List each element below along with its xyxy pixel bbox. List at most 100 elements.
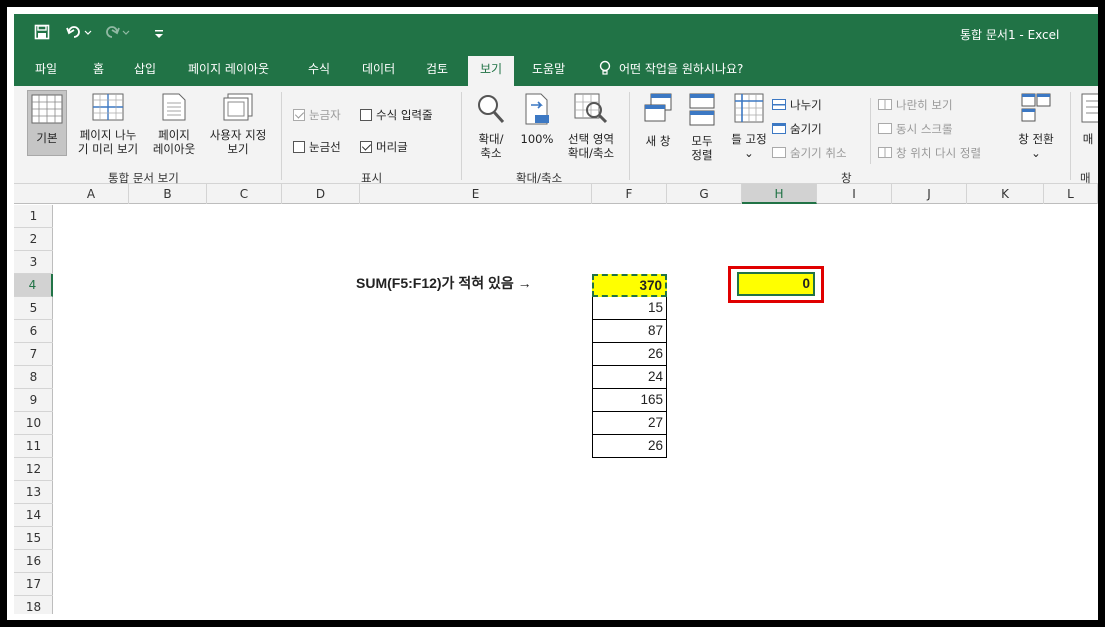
row-header-4[interactable]: 4: [14, 274, 53, 297]
row-header-13[interactable]: 13: [14, 481, 53, 504]
row-header-2[interactable]: 2: [14, 228, 53, 251]
unhide-button[interactable]: 숨기기 취소: [772, 145, 847, 161]
cell-f4[interactable]: 370: [592, 274, 667, 297]
normal-view-icon: [28, 94, 66, 127]
customize-qat-icon[interactable]: [154, 24, 164, 44]
cell-f7[interactable]: 26: [592, 343, 667, 366]
cell-f9[interactable]: 165: [592, 389, 667, 412]
headings-checkbox[interactable]: 머리글: [360, 139, 408, 155]
column-header-l[interactable]: L: [1044, 184, 1098, 204]
cell-f5[interactable]: 15: [592, 297, 667, 320]
column-header-b[interactable]: B: [129, 184, 207, 204]
column-header-e[interactable]: E: [360, 184, 592, 204]
cell-f10[interactable]: 27: [592, 412, 667, 435]
new-window-label: 새 창: [645, 134, 671, 148]
page-layout-icon: [149, 93, 199, 124]
column-header-j[interactable]: J: [892, 184, 967, 204]
cell-f11[interactable]: 26: [592, 435, 667, 458]
page-layout-label-2: 레이아웃: [152, 142, 196, 156]
row-header-10[interactable]: 10: [14, 412, 53, 435]
tab-insert[interactable]: 삽입: [134, 60, 156, 77]
freeze-panes-button[interactable]: 틀 고정 ⌄: [724, 93, 774, 160]
page-break-preview-icon: [73, 93, 143, 124]
page-layout-view-button[interactable]: 페이지 레이아웃: [149, 93, 199, 156]
sync-scroll-button[interactable]: 동시 스크롤: [878, 121, 953, 137]
column-header-h[interactable]: H: [742, 184, 817, 204]
tab-page-layout[interactable]: 페이지 레이아웃: [188, 60, 269, 77]
new-window-icon: [638, 93, 678, 130]
macros-button[interactable]: 매: [1078, 93, 1098, 146]
tab-file[interactable]: 파일: [35, 60, 57, 77]
column-headers: ABCDEFGHIJKL: [14, 184, 1098, 204]
switch-windows-button[interactable]: 창 전환 ⌄: [1012, 93, 1060, 160]
row-header-18[interactable]: 18: [14, 596, 53, 614]
row-headers: 1 2 3 4 5 6 7 8 9 10 11 12 13 14 15 16 17 18: [14, 205, 53, 614]
row-header-9[interactable]: 9: [14, 389, 53, 412]
new-window-button[interactable]: 새 창: [638, 93, 678, 148]
reset-window-position-button[interactable]: 창 위치 다시 정렬: [878, 145, 981, 161]
row-header-7[interactable]: 7: [14, 343, 53, 366]
tell-me-box[interactable]: 어떤 작업을 원하시나요?: [599, 60, 743, 79]
column-header-d[interactable]: D: [282, 184, 360, 204]
row-header-5[interactable]: 5: [14, 297, 53, 320]
ruler-check-icon: [293, 109, 305, 121]
row-header-3[interactable]: 3: [14, 251, 53, 274]
row-header-16[interactable]: 16: [14, 550, 53, 573]
arrange-all-button[interactable]: 모두 정렬: [684, 93, 720, 162]
custom-views-button[interactable]: 사용자 지정 보기: [202, 93, 274, 156]
row-header-1[interactable]: 1: [14, 205, 53, 228]
row-header-11[interactable]: 11: [14, 435, 53, 458]
zoom-button[interactable]: 확대/ 축소: [469, 93, 513, 160]
group-divider: [461, 92, 462, 180]
split-button[interactable]: 나누기: [772, 97, 822, 113]
hide-button[interactable]: 숨기기: [772, 121, 822, 137]
column-header-a[interactable]: A: [54, 184, 129, 204]
zoom-100-label: 100%: [520, 132, 554, 146]
reset-position-icon: [878, 147, 892, 158]
magnifier-icon: [469, 93, 513, 128]
row-header-14[interactable]: 14: [14, 504, 53, 527]
normal-view-button[interactable]: 기본: [27, 90, 67, 156]
zoom-selection-icon: [560, 93, 622, 128]
gridlines-check-icon: [293, 141, 305, 153]
tab-help[interactable]: 도움말: [532, 60, 565, 77]
group-divider: [629, 92, 630, 180]
column-header-i[interactable]: I: [817, 184, 892, 204]
column-header-g[interactable]: G: [667, 184, 742, 204]
arrange-label-1: 모두: [691, 134, 713, 148]
row-header-15[interactable]: 15: [14, 527, 53, 550]
formula-bar-check-icon: [360, 109, 372, 121]
arrange-label-2: 정렬: [691, 148, 713, 162]
formula-bar-checkbox[interactable]: 수식 입력줄: [360, 107, 433, 123]
save-icon[interactable]: [34, 24, 50, 44]
ruler-checkbox[interactable]: 눈금자: [293, 107, 341, 123]
column-header-f[interactable]: F: [592, 184, 667, 204]
tab-home[interactable]: 홈: [93, 60, 104, 77]
row-header-8[interactable]: 8: [14, 366, 53, 389]
tab-review[interactable]: 검토: [426, 60, 448, 77]
gridlines-checkbox[interactable]: 눈금선: [293, 139, 341, 155]
tab-formulas[interactable]: 수식: [308, 60, 330, 77]
chevron-down-icon: ⌄: [744, 146, 754, 160]
split-label: 나누기: [790, 98, 822, 112]
title-bar: 통합 문서1 - Excel: [14, 14, 1098, 52]
zoom-to-selection-button[interactable]: 선택 영역 확대/축소: [560, 93, 622, 160]
row-header-17[interactable]: 17: [14, 573, 53, 596]
tab-view[interactable]: 보기: [468, 56, 515, 86]
row-header-12[interactable]: 12: [14, 458, 53, 481]
screenshot-frame: 통합 문서1 - Excel 파일 홈 삽입 페이지 레이아웃 수식 데이터 검…: [0, 0, 1105, 627]
undo-icon[interactable]: [66, 24, 92, 44]
zoom-100-button[interactable]: 100%: [516, 93, 558, 146]
cell-f8[interactable]: 24: [592, 366, 667, 389]
gridlines-label: 눈금선: [309, 140, 341, 154]
page-break-preview-button[interactable]: 페이지 나누 기 미리 보기: [73, 93, 143, 156]
tab-data[interactable]: 데이터: [362, 60, 395, 77]
column-header-c[interactable]: C: [207, 184, 282, 204]
cell-h4[interactable]: 0: [737, 272, 815, 296]
redo-icon[interactable]: [104, 24, 130, 44]
column-header-k[interactable]: K: [967, 184, 1044, 204]
cell-f6[interactable]: 87: [592, 320, 667, 343]
row-header-6[interactable]: 6: [14, 320, 53, 343]
view-side-by-side-button[interactable]: 나란히 보기: [878, 97, 953, 113]
ruler-label: 눈금자: [309, 108, 341, 122]
